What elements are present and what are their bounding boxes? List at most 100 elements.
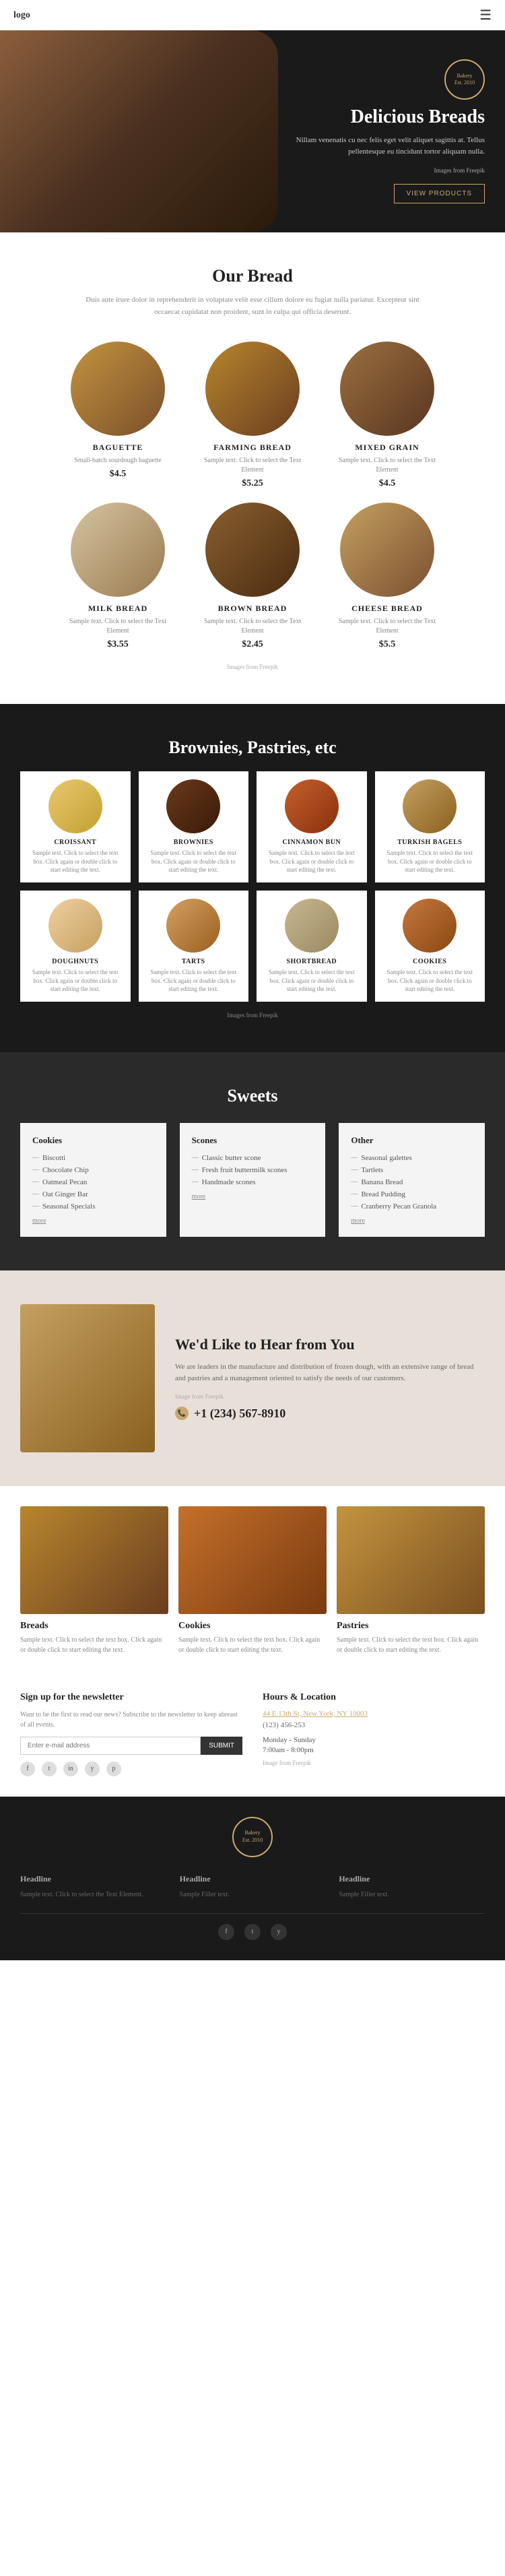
gallery-item-title: Pastries: [337, 1621, 485, 1632]
gallery-item-title: Cookies: [178, 1621, 327, 1632]
pastry-description: Sample text. Click to select the text bo…: [147, 849, 241, 874]
pastry-item: CROISSANT Sample text. Click to select t…: [20, 771, 131, 882]
bread-item: CHEESE BREAD Sample text. Click to selec…: [327, 503, 448, 650]
pastry-image: [285, 899, 339, 953]
gallery-image: [20, 1506, 168, 1614]
hero-description: Nillam venenatis cu nec felis eget velit…: [269, 135, 485, 157]
sweets-item: Oatmeal Pecan: [32, 1178, 154, 1186]
social-icon-t[interactable]: t: [42, 1762, 57, 1776]
contact-description: We are leaders in the manufacture and di…: [175, 1361, 485, 1385]
gallery-item-description: Sample text. Click to select the text bo…: [20, 1635, 168, 1655]
sweets-column: Other Seasonal galettesTartletsBanana Br…: [339, 1123, 485, 1237]
sweets-more-link[interactable]: more: [351, 1217, 473, 1225]
sweets-column: Scones Classic butter sconeFresh fruit b…: [180, 1123, 326, 1237]
gallery-section: Breads Sample text. Click to select the …: [0, 1486, 505, 1692]
gallery-item: Cookies Sample text. Click to select the…: [178, 1506, 327, 1655]
bread-image: [71, 342, 165, 436]
pastry-description: Sample text. Click to select the text bo…: [147, 968, 241, 994]
pastry-description: Sample text. Click to select the text bo…: [383, 968, 477, 994]
pastry-image: [166, 779, 220, 833]
our-bread-section: Our Bread Duis aute irure dolor in repre…: [0, 232, 505, 704]
newsletter-submit-button[interactable]: SUBMIT: [201, 1737, 242, 1755]
pastry-item: CINNAMON BUN Sample text. Click to selec…: [257, 771, 367, 882]
pastry-attribution: Images from Freepik: [20, 1012, 485, 1019]
bread-price: $5.5: [327, 639, 448, 650]
social-icon-p[interactable]: p: [106, 1762, 121, 1776]
bread-description: Sample text. Click to select the Text El…: [327, 617, 448, 636]
sweets-column-title: Scones: [192, 1135, 314, 1146]
hero-content: Bakery Est. 2010 Delicious Breads Nillam…: [269, 59, 485, 203]
pastry-name: CINNAMON BUN: [265, 839, 359, 846]
pastries-title: Brownies, Pastries, etc: [20, 738, 485, 758]
bread-price: $3.55: [57, 639, 178, 650]
bread-image: [205, 342, 300, 436]
our-bread-subtitle: Duis aute irure dolor in reprehenderit i…: [84, 294, 421, 318]
social-icons: ftinyp: [20, 1762, 242, 1776]
bread-item: MIXED GRAIN Sample text. Click to select…: [327, 342, 448, 489]
gallery-item-title: Breads: [20, 1621, 168, 1632]
footer-column-title: Headline: [180, 1874, 326, 1884]
footer-column-title: Headline: [339, 1874, 485, 1884]
sweets-item: Bread Pudding: [351, 1190, 473, 1198]
sweets-section: Sweets Cookies BiscottiChocolate ChipOat…: [0, 1052, 505, 1270]
social-icon-f[interactable]: f: [20, 1762, 35, 1776]
sweets-column-title: Other: [351, 1135, 473, 1146]
bread-price: $5.25: [192, 478, 313, 489]
sweets-columns: Cookies BiscottiChocolate ChipOatmeal Pe…: [20, 1123, 485, 1237]
footer-social-icon-f[interactable]: f: [218, 1924, 234, 1940]
hours-phone: (123) 456-253: [263, 1721, 485, 1729]
contact-title: We'd Like to Hear from You: [175, 1336, 485, 1353]
footer-social-icon-t[interactable]: t: [244, 1924, 261, 1940]
menu-icon[interactable]: ☰: [479, 7, 492, 24]
footer-column-title: Headline: [20, 1874, 166, 1884]
info-section: Sign up for the newsletter Want to be th…: [0, 1692, 505, 1797]
pastry-item: COOKIES Sample text. Click to select the…: [375, 891, 485, 1002]
footer-badge-line1: Bakery: [244, 1830, 260, 1836]
hours-address: 44 E 13th St, New York, NY 10003: [263, 1710, 485, 1718]
hero-title: Delicious Breads: [269, 106, 485, 128]
pastry-description: Sample text. Click to select the text bo…: [383, 849, 477, 874]
hours-attribution: Image from Freepik: [263, 1760, 485, 1766]
hours-title: Hours & Location: [263, 1692, 485, 1703]
bread-grid: BAGUETTE Small-batch sourdough baguette …: [20, 342, 485, 650]
sweets-title: Sweets: [20, 1086, 485, 1106]
pastry-item: SHORTBREAD Sample text. Click to select …: [257, 891, 367, 1002]
hours-days: Monday - Sunday: [263, 1736, 485, 1744]
pastry-name: DOUGHNUTS: [28, 958, 123, 965]
footer-column: Headline Sample Filler text.: [180, 1874, 326, 1900]
phone-icon: 📞: [175, 1407, 189, 1420]
sweets-more-link[interactable]: more: [192, 1193, 314, 1200]
footer-badge: Bakery Est. 2010: [232, 1817, 273, 1857]
gallery-grid: Breads Sample text. Click to select the …: [20, 1506, 485, 1655]
pastry-description: Sample text. Click to select the text bo…: [28, 849, 123, 874]
hero-section: Bakery Est. 2010 Delicious Breads Nillam…: [0, 30, 505, 232]
pastry-description: Sample text. Click to select the text bo…: [265, 968, 359, 994]
gallery-image: [337, 1506, 485, 1614]
sweets-item: Seasonal Specials: [32, 1202, 154, 1211]
footer-social-icon-y[interactable]: y: [271, 1924, 287, 1940]
pastry-name: BROWNIES: [147, 839, 241, 846]
our-bread-title: Our Bread: [20, 266, 485, 286]
gallery-item-description: Sample text. Click to select the text bo…: [178, 1635, 327, 1655]
sweets-more-link[interactable]: more: [32, 1217, 154, 1225]
sweets-column: Cookies BiscottiChocolate ChipOatmeal Pe…: [20, 1123, 166, 1237]
social-icon-y[interactable]: y: [85, 1762, 100, 1776]
newsletter-input-row: SUBMIT: [20, 1737, 242, 1755]
view-products-button[interactable]: VIEW PRODUCTS: [394, 184, 485, 203]
pastry-description: Sample text. Click to select the text bo…: [265, 849, 359, 874]
bread-description: Sample text. Click to select the Text El…: [57, 617, 178, 636]
footer-column: Headline Sample text. Click to select th…: [20, 1874, 166, 1900]
footer-top: Bakery Est. 2010: [20, 1817, 485, 1857]
pastry-image: [285, 779, 339, 833]
pastry-name: SHORTBREAD: [265, 958, 359, 965]
sweets-item: Chocolate Chip: [32, 1166, 154, 1174]
pastry-item: TARTS Sample text. Click to select the t…: [139, 891, 249, 1002]
bread-price: $4.5: [57, 469, 178, 480]
hero-badge-line2: Est. 2010: [454, 79, 475, 86]
sweets-item: Biscotti: [32, 1154, 154, 1162]
newsletter-column: Sign up for the newsletter Want to be th…: [20, 1692, 242, 1776]
newsletter-email-input[interactable]: [20, 1737, 201, 1755]
bread-price: $2.45: [192, 639, 313, 650]
social-icon-in[interactable]: in: [63, 1762, 78, 1776]
newsletter-title: Sign up for the newsletter: [20, 1692, 242, 1703]
